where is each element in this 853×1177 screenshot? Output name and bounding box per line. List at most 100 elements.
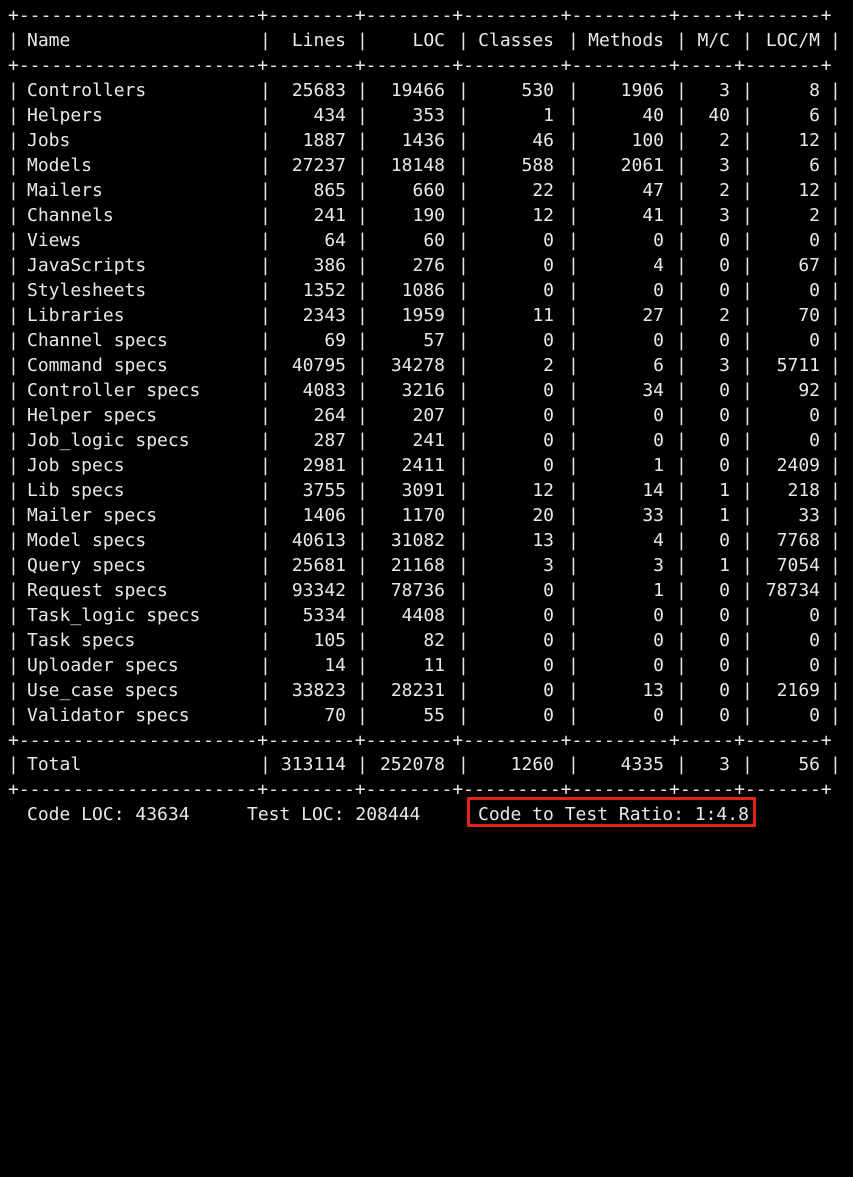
cell-classes: 0 — [543, 430, 554, 451]
table-row: | | | | | | | | Stylesheets 1352 1086 0 0 0 0 — [0, 278, 853, 303]
column-divider: | — [357, 180, 368, 201]
column-divider: | — [676, 80, 687, 101]
cell-lines: 14 — [324, 655, 346, 676]
column-divider: | — [676, 405, 687, 426]
cell-classes: 0 — [543, 705, 554, 726]
column-divider: | — [357, 280, 368, 301]
cell-classes: 12 — [532, 205, 554, 226]
column-divider: | — [458, 305, 469, 326]
cell-name: Jobs — [27, 130, 71, 151]
cell-methods: 1 — [653, 580, 664, 601]
cell-methods: 33 — [642, 505, 664, 526]
column-divider: | — [357, 380, 368, 401]
table-row: | | | | | | | | Controllers 25683 19466 530 1906 3 8 — [0, 78, 853, 103]
cell-classes: 2 — [543, 355, 554, 376]
column-divider: | — [357, 455, 368, 476]
column-divider: | — [260, 80, 271, 101]
header-locm: LOC/M — [765, 30, 820, 51]
column-divider: | — [458, 455, 469, 476]
table-row: | | | | | | | | Helper specs 264 207 0 0 0 0 — [0, 403, 853, 428]
column-divider: | — [458, 205, 469, 226]
cell-mc: 40 — [708, 105, 730, 126]
column-divider: | — [676, 580, 687, 601]
cell-mc: 0 — [719, 330, 730, 351]
cell-loc: 31082 — [390, 530, 445, 551]
cell-classes: 588 — [521, 155, 554, 176]
column-divider: | — [830, 430, 841, 451]
cell-mc: 0 — [719, 255, 730, 276]
cell-classes: 0 — [543, 405, 554, 426]
column-divider: | — [830, 180, 841, 201]
cell-classes: 46 — [532, 130, 554, 151]
table-row: | | | | | | | | JavaScripts 386 276 0 4 0 67 — [0, 253, 853, 278]
cell-methods: 41 — [642, 205, 664, 226]
column-divider: | — [676, 155, 687, 176]
table-total-row: | Total | 313114 | 252078 | 1260 | 4335 … — [8, 754, 841, 775]
cell-mc: 2 — [719, 305, 730, 326]
column-divider: | — [676, 280, 687, 301]
table-row: | | | | | | | | Jobs 1887 1436 46 100 2 12 — [0, 128, 853, 153]
column-divider: | — [676, 355, 687, 376]
cell-name: Command specs — [27, 355, 168, 376]
column-divider: | — [260, 230, 271, 251]
cell-loc: 34278 — [390, 355, 445, 376]
column-divider: | — [458, 380, 469, 401]
cell-locm: 67 — [798, 255, 820, 276]
column-divider: | — [676, 555, 687, 576]
cell-lines: 1406 — [302, 505, 346, 526]
column-divider: | — [830, 205, 841, 226]
column-divider: | — [676, 655, 687, 676]
cell-loc: 4408 — [401, 605, 445, 626]
table-row: | | | | | | | | Controller specs 4083 3216 0 34 0 92 — [0, 378, 853, 403]
table-row: | | | | | | | | Query specs 25681 21168 3 3 1 7054 — [0, 553, 853, 578]
cell-loc: 2411 — [401, 455, 445, 476]
column-divider: | — [260, 505, 271, 526]
cell-loc: 57 — [423, 330, 445, 351]
cell-name: Controller specs — [27, 380, 201, 401]
total-loc: 252078 — [379, 754, 445, 775]
column-divider: | — [676, 380, 687, 401]
column-divider: | — [357, 405, 368, 426]
column-divider: | — [260, 555, 271, 576]
cell-locm: 0 — [809, 630, 820, 651]
column-divider: | — [830, 605, 841, 626]
cell-classes: 1 — [543, 105, 554, 126]
header-name: Name — [27, 30, 71, 51]
cell-name: JavaScripts — [27, 255, 147, 276]
column-divider: | — [260, 480, 271, 501]
cell-methods: 0 — [653, 330, 664, 351]
cell-loc: 21168 — [390, 555, 445, 576]
cell-name: Lib specs — [27, 480, 125, 501]
column-divider: | — [260, 530, 271, 551]
column-divider: | — [830, 230, 841, 251]
cell-mc: 0 — [719, 430, 730, 451]
cell-mc: 3 — [719, 155, 730, 176]
cell-mc: 0 — [719, 380, 730, 401]
column-divider: | — [830, 480, 841, 501]
column-divider: | — [260, 330, 271, 351]
column-divider: | — [8, 630, 19, 651]
cell-methods: 0 — [653, 705, 664, 726]
table-row: | | | | | | | | Request specs 93342 78736 0 1 0 78734 — [0, 578, 853, 603]
column-divider: | — [357, 330, 368, 351]
cell-loc: 660 — [412, 180, 445, 201]
cell-methods: 1906 — [620, 80, 664, 101]
column-divider: | — [260, 280, 271, 301]
column-divider: | — [458, 705, 469, 726]
column-divider: | — [676, 130, 687, 151]
cell-methods: 100 — [631, 130, 664, 151]
table-row: | | | | | | | | Views 64 60 0 0 0 0 — [0, 228, 853, 253]
column-divider: | — [830, 680, 841, 701]
column-divider: | — [458, 330, 469, 351]
column-divider: | — [676, 230, 687, 251]
header-loc: LOC — [412, 30, 445, 51]
column-divider: | — [830, 305, 841, 326]
column-divider: | — [8, 330, 19, 351]
cell-name: Use_case specs — [27, 680, 179, 701]
column-divider: | — [357, 255, 368, 276]
cell-loc: 28231 — [390, 680, 445, 701]
column-divider: | — [830, 405, 841, 426]
cell-name: Helper specs — [27, 405, 158, 426]
column-divider: | — [357, 505, 368, 526]
column-divider: | — [676, 205, 687, 226]
